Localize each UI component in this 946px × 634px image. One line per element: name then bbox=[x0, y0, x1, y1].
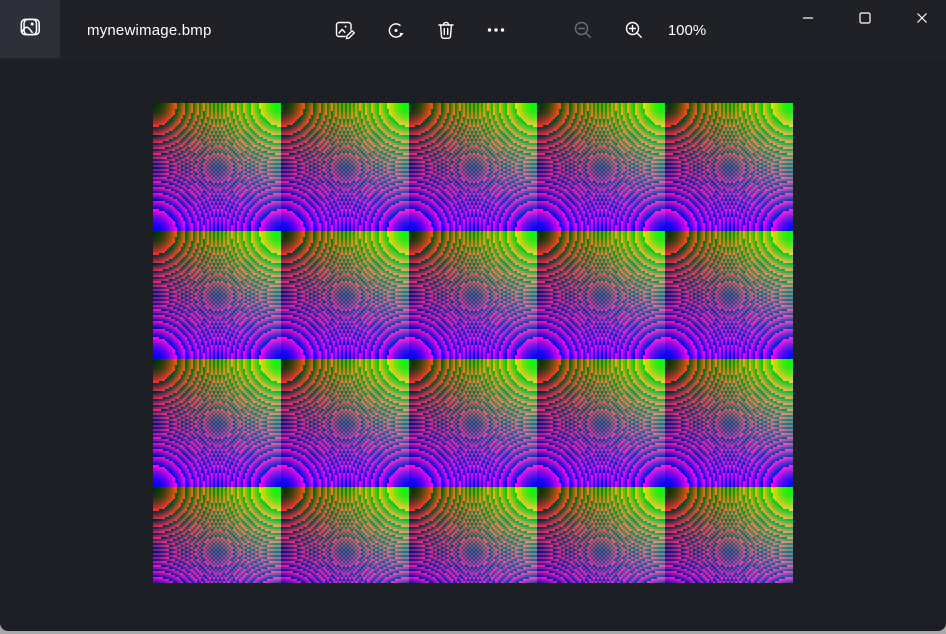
edit-image-button[interactable] bbox=[325, 10, 365, 50]
rotate-button[interactable] bbox=[376, 10, 416, 50]
rotate-icon bbox=[384, 18, 408, 42]
delete-button[interactable] bbox=[426, 10, 466, 50]
zoom-level-label: 100% bbox=[667, 21, 707, 39]
zoom-out-icon bbox=[571, 18, 595, 42]
image-viewer-canvas-area bbox=[0, 60, 946, 631]
photos-app-window: mynewimage.bmp 100% bbox=[0, 0, 946, 631]
more-options-button[interactable] bbox=[476, 10, 516, 50]
delete-icon bbox=[434, 18, 458, 42]
viewer-image[interactable] bbox=[153, 103, 793, 583]
edit-image-icon bbox=[333, 18, 357, 42]
image-filename: mynewimage.bmp bbox=[87, 21, 212, 39]
more-options-icon bbox=[484, 18, 508, 42]
maximize-button[interactable] bbox=[842, 0, 888, 38]
zoom-in-icon bbox=[622, 18, 646, 42]
close-icon bbox=[912, 8, 932, 31]
minimize-icon bbox=[798, 8, 818, 31]
app-tab[interactable] bbox=[0, 0, 60, 58]
maximize-icon bbox=[855, 8, 875, 31]
zoom-out-button[interactable] bbox=[563, 10, 603, 50]
close-button[interactable] bbox=[899, 0, 945, 38]
titlebar: mynewimage.bmp 100% bbox=[0, 0, 946, 60]
zoom-in-button[interactable] bbox=[614, 10, 654, 50]
minimize-button[interactable] bbox=[785, 0, 831, 38]
photos-app-icon bbox=[17, 14, 43, 45]
